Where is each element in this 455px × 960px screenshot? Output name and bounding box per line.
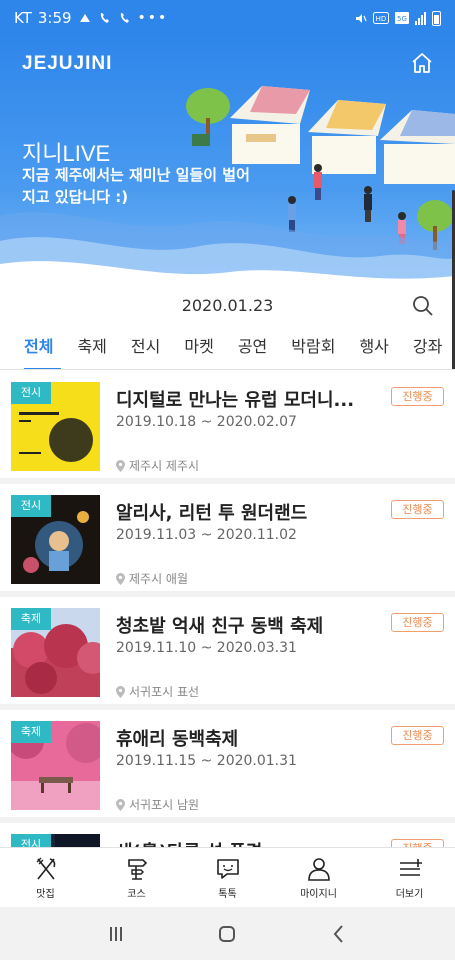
status-badge: 진행중 xyxy=(391,500,444,519)
search-icon[interactable] xyxy=(411,294,435,318)
more-notifications-dots: ••• xyxy=(137,10,169,26)
mute-icon xyxy=(356,13,367,23)
status-badge: 진행중 xyxy=(391,726,444,745)
event-thumbnail: 전시 xyxy=(11,834,100,847)
event-dates: 2019.11.03 ~ 2020.11.02 xyxy=(116,527,297,543)
tab-expo[interactable]: 박람회 xyxy=(279,326,347,369)
time-label: 3:59 xyxy=(37,9,72,27)
list-item[interactable]: 축제 청초밭 억새 친구 동백 축제 2019.11.10 ~ 2020.03.… xyxy=(0,597,455,710)
menu-plus-icon xyxy=(399,859,422,876)
location-text: 제주시 애월 xyxy=(129,572,189,586)
event-thumbnail: 축제 xyxy=(11,721,100,810)
list-item[interactable]: 전시 디지털로 만나는 유럽 모더니... 2019.10.18 ~ 2020.… xyxy=(0,371,455,484)
location-pin-icon xyxy=(116,572,125,585)
location-pin-icon xyxy=(116,798,125,811)
nav-label: 더보기 xyxy=(395,889,424,900)
event-location: 제주시 애월 xyxy=(116,570,188,587)
list-item[interactable]: 전시 새(鳥)다른 섬 풍경 진행중 xyxy=(0,823,455,847)
status-badge: 진행중 xyxy=(391,839,444,847)
tab-all[interactable]: 전체 xyxy=(0,326,65,369)
tab-event[interactable]: 행사 xyxy=(347,326,400,369)
home-icon[interactable] xyxy=(409,50,435,76)
tab-performance[interactable]: 공연 xyxy=(226,326,279,369)
category-badge: 전시 xyxy=(11,382,51,404)
notification-icon xyxy=(79,14,90,22)
event-title: 청초밭 억새 친구 동백 축제 xyxy=(116,616,324,637)
nav-restaurants[interactable]: 맛집 xyxy=(0,848,91,907)
nav-course[interactable]: 코스 xyxy=(91,848,182,907)
event-list: 전시 디지털로 만나는 유럽 모더니... 2019.10.18 ~ 2020.… xyxy=(0,371,455,847)
category-tabs: 전체 축제 전시 마켓 공연 박람회 행사 강좌 xyxy=(0,326,455,370)
event-dates: 2019.11.15 ~ 2020.01.31 xyxy=(116,753,297,769)
call-icon xyxy=(100,13,109,23)
tab-festival[interactable]: 축제 xyxy=(65,326,118,369)
svg-text:HD: HD xyxy=(376,15,387,23)
nav-my-jini[interactable]: 마이지니 xyxy=(273,848,364,907)
back-icon[interactable] xyxy=(327,922,351,946)
recent-apps-icon[interactable] xyxy=(104,922,128,946)
signpost-icon xyxy=(127,859,147,880)
event-location: 제주시 제주시 xyxy=(116,457,199,474)
event-title: 알리사, 리턴 투 원더랜드 xyxy=(116,503,308,524)
nav-label: 코스 xyxy=(127,889,146,900)
category-badge: 전시 xyxy=(11,834,51,847)
system-nav-bar xyxy=(0,907,455,960)
fork-knife-icon xyxy=(36,857,55,880)
call-icon xyxy=(120,13,129,23)
list-item[interactable]: 전시 알리사, 리턴 투 원더랜드 2019.11.03 ~ 2020.11.0… xyxy=(0,484,455,597)
tab-market[interactable]: 마켓 xyxy=(172,326,225,369)
nav-label: 톡톡 xyxy=(218,889,237,900)
status-badge: 진행중 xyxy=(391,613,444,632)
list-item[interactable]: 축제 휴애리 동백축제 2019.11.15 ~ 2020.01.31 서귀포시… xyxy=(0,710,455,823)
nav-talk[interactable]: 톡톡 xyxy=(182,848,273,907)
event-title: 휴애리 동백축제 xyxy=(116,729,239,750)
hd-icon: HD xyxy=(373,12,389,24)
nav-label: 맛집 xyxy=(36,889,55,900)
category-badge: 축제 xyxy=(11,608,51,630)
event-location: 서귀포시 표선 xyxy=(116,683,199,700)
event-thumbnail: 축제 xyxy=(11,608,100,697)
location-text: 제주시 제주시 xyxy=(129,459,200,473)
category-badge: 전시 xyxy=(11,495,51,517)
event-location: 서귀포시 남원 xyxy=(116,796,199,813)
banner-subtitle: 지금 제주에서는 재미난 일들이 벌어지고 있답니다 :) xyxy=(22,166,250,206)
chat-smile-icon xyxy=(216,859,239,879)
status-bar: KT 3:59 ••• HD 5G xyxy=(0,0,455,36)
event-title: 새(鳥)다른 섬 풍경 xyxy=(116,838,376,847)
category-badge: 축제 xyxy=(11,721,51,743)
carrier-label: KT xyxy=(14,9,32,27)
event-dates: 2019.10.18 ~ 2020.02.07 xyxy=(116,414,297,430)
person-icon xyxy=(307,858,330,881)
location-text: 서귀포시 남원 xyxy=(129,798,200,812)
location-pin-icon xyxy=(116,459,125,472)
nav-more[interactable]: 더보기 xyxy=(364,848,455,907)
home-button-icon[interactable] xyxy=(215,922,239,946)
tab-lecture[interactable]: 강좌 xyxy=(401,326,454,369)
lte-icon: 5G xyxy=(395,12,409,24)
battery-icon xyxy=(432,10,441,26)
location-pin-icon xyxy=(116,685,125,698)
signal-icon xyxy=(415,11,426,25)
event-dates: 2019.11.10 ~ 2020.03.31 xyxy=(116,640,297,656)
hero-banner: JEJUJINI 지니LIVE 지금 제주에서는 재미난 일들이 벌어지고 있답… xyxy=(0,36,455,292)
nav-label: 마이지니 xyxy=(300,889,337,900)
bottom-nav: 맛집 코스 톡톡 마이지니 더보기 xyxy=(0,847,455,907)
location-text: 서귀포시 표선 xyxy=(129,685,200,699)
svg-text:5G: 5G xyxy=(397,15,407,23)
date-row: 2020.01.23 xyxy=(0,292,455,322)
event-thumbnail: 전시 xyxy=(11,382,100,471)
event-title: 디지털로 만나는 유럽 모더니... xyxy=(116,390,355,411)
app-logo: JEJUJINI xyxy=(22,53,113,74)
tab-exhibition[interactable]: 전시 xyxy=(119,326,172,369)
event-thumbnail: 전시 xyxy=(11,495,100,584)
status-badge: 진행중 xyxy=(391,387,444,406)
current-date: 2020.01.23 xyxy=(181,296,274,315)
